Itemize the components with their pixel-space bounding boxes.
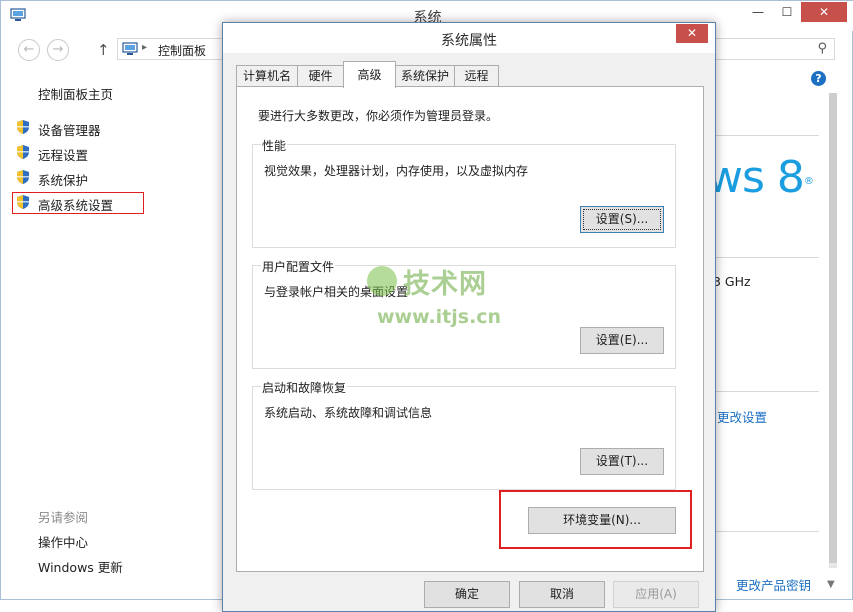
sidebar-item-device-manager[interactable]: 设备管理器	[38, 120, 101, 139]
group-performance-title: 性能	[261, 137, 288, 154]
scroll-down-icon[interactable]: ▼	[827, 579, 835, 590]
group-startup-recovery: 启动和故障恢复 系统启动、系统故障和调试信息 设置(T)...	[252, 379, 676, 490]
section-divider	[709, 257, 819, 258]
apply-button[interactable]: 应用(A)	[613, 581, 699, 608]
group-user-profiles: 用户配置文件 与登录帐户相关的桌面设置 设置(E)...	[252, 258, 676, 369]
forward-button[interactable]: →	[47, 39, 69, 61]
system-properties-dialog: 系统属性 ✕ 计算机名 硬件 高级 系统保护 远程 要进行大多数更改，你必须作为…	[222, 22, 716, 612]
highlight-box-advanced-settings	[12, 192, 144, 214]
section-divider	[709, 135, 819, 136]
sidebar-item-system-protection[interactable]: 系统保护	[38, 170, 88, 189]
group-startup-recovery-title: 启动和故障恢复	[261, 379, 348, 396]
see-also-windows-update[interactable]: Windows 更新	[38, 557, 123, 576]
help-icon[interactable]: ?	[811, 71, 826, 86]
performance-settings-button[interactable]: 设置(S)...	[580, 206, 664, 233]
change-product-key-link[interactable]: 更改产品密钥	[736, 575, 811, 594]
sidebar-item-remote-settings[interactable]: 远程设置	[38, 145, 88, 164]
shield-icon	[17, 170, 29, 184]
control-panel-icon	[122, 42, 138, 55]
logo-trademark: ®	[803, 176, 814, 187]
cancel-button[interactable]: 取消	[519, 581, 605, 608]
window-close-button[interactable]: ✕	[801, 2, 847, 22]
logo-text: ws 8	[707, 152, 805, 203]
dialog-titlebar: 系统属性 ✕	[223, 23, 715, 53]
tab-computer-name[interactable]: 计算机名	[236, 65, 298, 87]
change-settings-link[interactable]: 更改设置	[717, 407, 767, 426]
minimize-button[interactable]: —	[743, 2, 773, 22]
dialog-title: 系统属性	[441, 33, 497, 49]
search-input[interactable]: ⚲	[708, 38, 835, 60]
sidebar-home-link[interactable]: 控制面板主页	[38, 84, 113, 103]
tab-system-protection[interactable]: 系统保护	[395, 65, 455, 87]
section-divider	[709, 391, 819, 392]
highlight-box-environment-variables	[499, 490, 692, 549]
user-profiles-settings-button[interactable]: 设置(E)...	[580, 327, 664, 354]
up-button[interactable]: ↑	[97, 41, 110, 59]
scrollbar-thumb[interactable]	[829, 93, 837, 563]
shield-icon	[17, 120, 29, 134]
ok-button[interactable]: 确定	[424, 581, 510, 608]
breadcrumb-separator-icon: ▸	[142, 42, 148, 53]
address-bar[interactable]: ▸ 控制面板	[117, 38, 237, 60]
windows-8-logo: ws 8®	[707, 152, 814, 203]
group-startup-recovery-desc: 系统启动、系统故障和调试信息	[264, 406, 433, 420]
breadcrumb-control-panel[interactable]: 控制面板	[158, 42, 206, 59]
dialog-close-button[interactable]: ✕	[676, 24, 708, 43]
tab-hardware[interactable]: 硬件	[297, 65, 344, 87]
group-user-profiles-title: 用户配置文件	[261, 258, 336, 275]
cpu-speed-text: 3 GHz	[713, 274, 751, 289]
section-divider	[709, 531, 819, 532]
tab-remote[interactable]: 远程	[454, 65, 499, 87]
group-user-profiles-desc: 与登录帐户相关的桌面设置	[264, 285, 409, 299]
search-icon[interactable]: ⚲	[817, 41, 827, 56]
admin-notice: 要进行大多数更改，你必须作为管理员登录。	[258, 109, 499, 123]
shield-icon	[17, 145, 29, 159]
group-performance: 性能 视觉效果，处理器计划，内存使用，以及虚拟内存 设置(S)...	[252, 137, 676, 248]
tab-advanced[interactable]: 高级	[343, 61, 396, 88]
group-performance-desc: 视觉效果，处理器计划，内存使用，以及虚拟内存	[264, 164, 529, 178]
maximize-button[interactable]: ☐	[772, 2, 802, 22]
see-also-action-center[interactable]: 操作中心	[38, 532, 88, 551]
see-also-heading: 另请参阅	[38, 510, 89, 525]
back-button[interactable]: ←	[18, 39, 40, 61]
startup-recovery-settings-button[interactable]: 设置(T)...	[580, 448, 664, 475]
